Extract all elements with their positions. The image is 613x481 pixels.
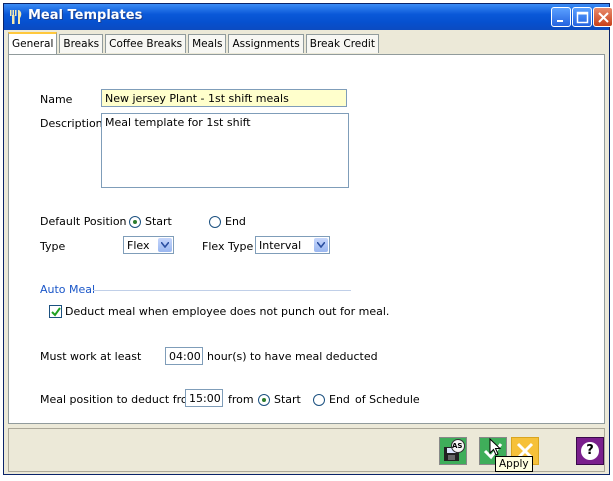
tab-general[interactable]: General: [8, 32, 58, 54]
title-bar[interactable]: Meal Templates: [4, 4, 613, 30]
maximize-icon: [576, 11, 589, 24]
meal-position-suffix: of Schedule: [355, 393, 420, 406]
must-work-hours-field[interactable]: 04:00: [165, 347, 203, 365]
tab-strip: General Breaks Coffee Breaks Meals Assig…: [8, 32, 381, 54]
flex-type-select-value: Interval: [259, 239, 302, 252]
type-select-value: Flex: [127, 239, 150, 252]
auto-meal-section-title: Auto Meal: [40, 283, 96, 296]
mouse-pointer-icon: [489, 438, 502, 456]
close-button[interactable]: [593, 7, 613, 27]
minimize-icon: [557, 20, 563, 22]
description-label: Description: [40, 117, 103, 130]
default-position-end-radio[interactable]: [209, 216, 221, 228]
default-position-start-radio[interactable]: [129, 216, 141, 228]
type-select[interactable]: Flex: [123, 236, 174, 254]
tab-coffee-breaks[interactable]: Coffee Breaks: [105, 34, 187, 53]
help-button[interactable]: ?: [576, 437, 604, 465]
type-label: Type: [40, 240, 66, 253]
meal-position-time-field[interactable]: 15:00: [185, 389, 223, 407]
meal-position-prefix: Meal position to deduct from: [40, 393, 199, 406]
name-field[interactable]: New jersey Plant - 1st shift meals: [101, 89, 347, 107]
save-as-button[interactable]: AS: [439, 437, 467, 465]
deduct-meal-label: Deduct meal when employee does not punch…: [65, 305, 390, 318]
help-icon: ?: [581, 442, 599, 460]
description-field[interactable]: Meal template for 1st shift: [101, 113, 349, 188]
window-title: Meal Templates: [28, 8, 143, 23]
default-position-start-label: Start: [145, 215, 172, 228]
flex-type-select[interactable]: Interval: [255, 236, 330, 254]
meal-position-from-label: from: [228, 393, 254, 406]
minimize-button[interactable]: [551, 7, 571, 27]
meal-templates-window: Meal Templates General Breaks Coffee Bre…: [3, 3, 613, 475]
meal-position-start-radio[interactable]: [258, 394, 270, 406]
meal-position-end-radio[interactable]: [313, 394, 325, 406]
auto-meal-divider: [93, 290, 351, 291]
apply-tooltip: Apply: [495, 456, 533, 472]
tab-breaks[interactable]: Breaks: [59, 34, 104, 53]
name-label: Name: [40, 93, 73, 106]
general-panel: Name New jersey Plant - 1st shift meals …: [8, 54, 605, 424]
must-work-suffix: hour(s) to have meal deducted: [207, 350, 378, 363]
tab-break-credit[interactable]: Break Credit: [305, 34, 379, 53]
fork-knife-icon: [8, 9, 24, 25]
chevron-down-icon[interactable]: [314, 238, 328, 252]
checkmark-icon: [51, 307, 61, 317]
save-as-badge: AS: [452, 442, 463, 450]
close-icon: [598, 12, 609, 23]
tab-assignments[interactable]: Assignments: [228, 34, 304, 53]
must-work-prefix: Must work at least: [40, 350, 142, 363]
chevron-down-icon[interactable]: [158, 238, 172, 252]
action-toolbar: AS ? Apply: [8, 428, 605, 472]
deduct-meal-checkbox[interactable]: [49, 305, 62, 318]
maximize-button[interactable]: [572, 7, 592, 27]
meal-position-end-label: End: [329, 393, 350, 406]
default-position-end-label: End: [225, 215, 246, 228]
tab-meals[interactable]: Meals: [188, 34, 227, 53]
meal-position-start-label: Start: [274, 393, 301, 406]
flex-type-label: Flex Type: [202, 240, 254, 253]
default-position-label: Default Position: [40, 215, 127, 228]
